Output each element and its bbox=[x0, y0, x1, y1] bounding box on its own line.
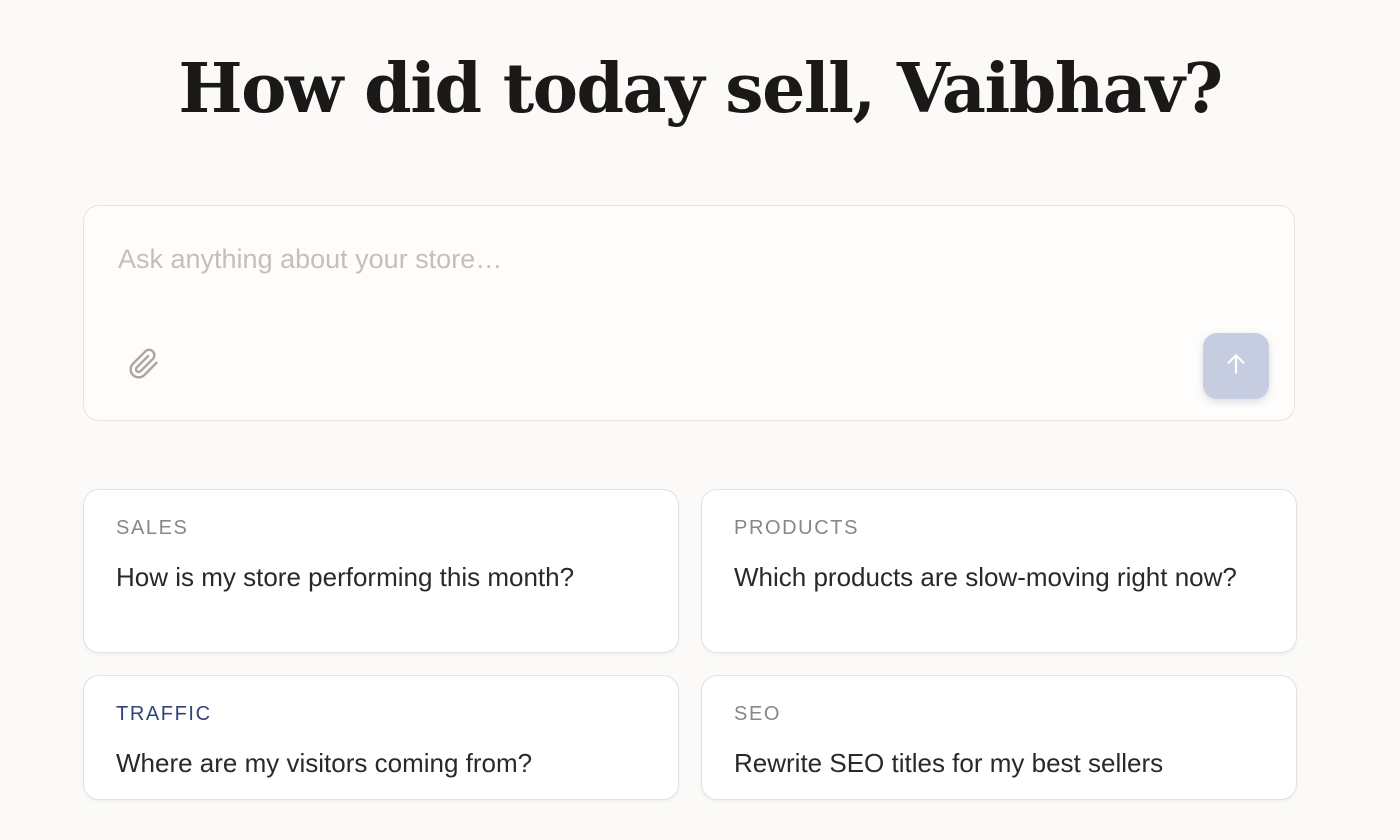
suggestion-question: Rewrite SEO titles for my best sellers bbox=[734, 748, 1164, 778]
attach-button[interactable] bbox=[126, 348, 162, 384]
suggestion-category: TRAFFIC bbox=[116, 703, 212, 725]
suggestion-question: How is my store performing this month? bbox=[116, 562, 575, 592]
suggestion-question: Where are my visitors coming from? bbox=[116, 748, 533, 778]
suggestion-question: Which products are slow-moving right now… bbox=[734, 562, 1237, 592]
suggestion-category: SALES bbox=[116, 517, 189, 539]
suggestion-card-sales[interactable]: SALES How is my store performing this mo… bbox=[83, 489, 679, 653]
suggestion-category: SEO bbox=[734, 703, 782, 725]
chat-composer bbox=[83, 205, 1295, 421]
suggestion-card-seo[interactable]: SEO Rewrite SEO titles for my best selle… bbox=[701, 675, 1297, 800]
suggestion-card-products[interactable]: PRODUCTS Which products are slow-moving … bbox=[701, 489, 1297, 653]
page: How did today sell, Vaibhav? SALES How i… bbox=[0, 0, 1400, 840]
paperclip-icon bbox=[128, 348, 160, 385]
send-button[interactable] bbox=[1203, 333, 1269, 399]
chat-input[interactable] bbox=[118, 244, 1238, 304]
suggestion-category: PRODUCTS bbox=[734, 517, 860, 539]
suggestion-card-traffic[interactable]: TRAFFIC Where are my visitors coming fro… bbox=[83, 675, 679, 800]
page-title: How did today sell, Vaibhav? bbox=[178, 49, 1223, 129]
arrow-up-icon bbox=[1223, 351, 1249, 382]
